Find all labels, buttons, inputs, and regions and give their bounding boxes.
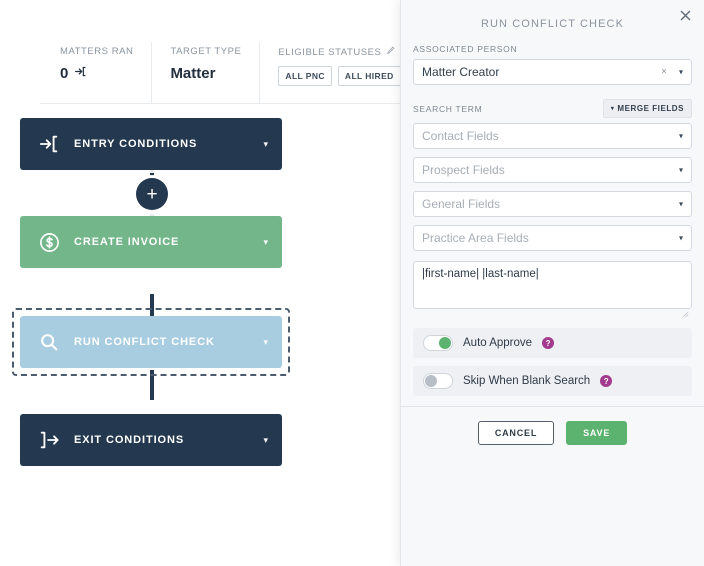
eligible-status-pills: ALL PNC ALL HIRED <box>278 66 401 86</box>
node-label: EXIT CONDITIONS <box>74 434 185 446</box>
associated-person-label: ASSOCIATED PERSON <box>413 44 518 54</box>
skip-when-blank-search-toggle[interactable] <box>423 373 453 389</box>
sign-out-arrow-icon <box>34 425 64 455</box>
pencil-icon[interactable] <box>386 46 395 58</box>
clear-icon[interactable]: × <box>661 67 667 78</box>
automation-workflow-screen: MATTERS RAN 0 TARGET TYPE Matter ELIGIBL… <box>0 0 704 566</box>
search-term-textarea-wrapper <box>413 261 692 318</box>
run-conflict-check-panel: RUN CONFLICT CHECK ASSOCIATED PERSON Mat… <box>400 0 704 566</box>
associated-person-select[interactable]: Matter Creator × ▾ <box>413 59 692 85</box>
chevron-down-icon: ▾ <box>610 106 615 112</box>
arrow-into-bracket-icon <box>74 65 87 82</box>
status-pill[interactable]: ALL PNC <box>278 66 332 86</box>
stat-eligible-statuses: ELIGIBLE STATUSES ALL PNC ALL HIRED <box>260 42 420 103</box>
prospect-fields-select[interactable]: Prospect Fields ▾ <box>413 157 692 183</box>
chevron-down-icon[interactable]: ▾ <box>679 200 683 209</box>
magnifier-icon <box>34 327 64 357</box>
stat-label: ELIGIBLE STATUSES <box>278 46 400 58</box>
workflow-node-create-invoice[interactable]: CREATE INVOICE ▾ <box>20 216 282 268</box>
status-pill[interactable]: ALL HIRED <box>337 66 401 86</box>
stat-value-group: 0 <box>60 65 133 82</box>
general-fields-placeholder: General Fields <box>422 197 501 211</box>
workflow-node-exit-conditions[interactable]: EXIT CONDITIONS ▾ <box>20 414 282 466</box>
merge-fields-label: MERGE FIELDS <box>617 104 684 113</box>
contact-fields-select[interactable]: Contact Fields ▾ <box>413 123 692 149</box>
auto-approve-toggle[interactable] <box>423 335 453 351</box>
contact-fields-placeholder: Contact Fields <box>422 129 499 143</box>
chevron-down-icon[interactable]: ▾ <box>263 337 268 348</box>
chevron-down-icon[interactable]: ▾ <box>679 68 683 77</box>
search-term-textarea[interactable] <box>413 261 692 309</box>
node-label: ENTRY CONDITIONS <box>74 138 198 150</box>
eligible-statuses-label: ELIGIBLE STATUSES <box>278 46 382 58</box>
skip-when-blank-search-row: Skip When Blank Search ? <box>413 366 692 396</box>
workflow-node-entry-conditions[interactable]: ENTRY CONDITIONS ▾ <box>20 118 282 170</box>
workflow-node-run-conflict-check[interactable]: RUN CONFLICT CHECK ▾ <box>20 316 282 368</box>
close-icon[interactable] <box>676 6 694 24</box>
matters-ran-count: 0 <box>60 65 69 82</box>
node-label: CREATE INVOICE <box>74 236 180 248</box>
auto-approve-label: Auto Approve <box>463 337 533 349</box>
search-term-header: SEARCH TERM ▾ MERGE FIELDS <box>413 99 692 118</box>
merge-fields-button[interactable]: ▾ MERGE FIELDS <box>602 99 692 118</box>
general-fields-select[interactable]: General Fields ▾ <box>413 191 692 217</box>
skip-when-blank-search-label: Skip When Blank Search <box>463 375 591 387</box>
toggle-knob <box>425 375 437 387</box>
save-button[interactable]: SAVE <box>566 421 628 445</box>
node-label: RUN CONFLICT CHECK <box>74 336 215 348</box>
auto-approve-row: Auto Approve ? <box>413 328 692 358</box>
practice-area-fields-placeholder: Practice Area Fields <box>422 231 529 245</box>
workflow-node-run-conflict-check-selection: RUN CONFLICT CHECK ▾ <box>12 308 290 376</box>
panel-title: RUN CONFLICT CHECK <box>480 18 625 30</box>
panel-action-buttons: CANCEL SAVE <box>413 407 692 445</box>
plus-icon: + <box>146 183 158 205</box>
chevron-down-icon[interactable]: ▾ <box>263 139 268 150</box>
sign-in-arrow-icon <box>34 129 64 159</box>
toggle-knob <box>439 337 451 349</box>
stat-matters-ran: MATTERS RAN 0 <box>40 42 153 103</box>
chevron-down-icon[interactable]: ▾ <box>263 237 268 248</box>
help-icon[interactable]: ? <box>542 337 555 349</box>
chevron-down-icon[interactable]: ▾ <box>263 435 268 446</box>
search-term-label: SEARCH TERM <box>413 103 483 114</box>
cancel-button[interactable]: CANCEL <box>477 421 555 445</box>
stat-target-type: TARGET TYPE Matter <box>152 42 261 103</box>
stat-label: MATTERS RAN <box>60 46 134 57</box>
chevron-down-icon[interactable]: ▾ <box>679 166 683 175</box>
add-node-button[interactable]: + <box>136 178 168 210</box>
practice-area-fields-select[interactable]: Practice Area Fields ▾ <box>413 225 692 251</box>
associated-person-value: Matter Creator <box>422 65 500 79</box>
panel-body: ASSOCIATED PERSON Matter Creator × ▾ SEA… <box>401 30 704 445</box>
target-type-value: Matter <box>170 65 216 82</box>
chevron-down-icon[interactable]: ▾ <box>679 132 683 141</box>
chevron-down-icon[interactable]: ▾ <box>679 234 683 243</box>
prospect-fields-placeholder: Prospect Fields <box>422 163 505 177</box>
help-icon[interactable]: ? <box>600 375 613 387</box>
dollar-circle-icon <box>34 227 64 257</box>
stat-label: TARGET TYPE <box>170 46 242 57</box>
